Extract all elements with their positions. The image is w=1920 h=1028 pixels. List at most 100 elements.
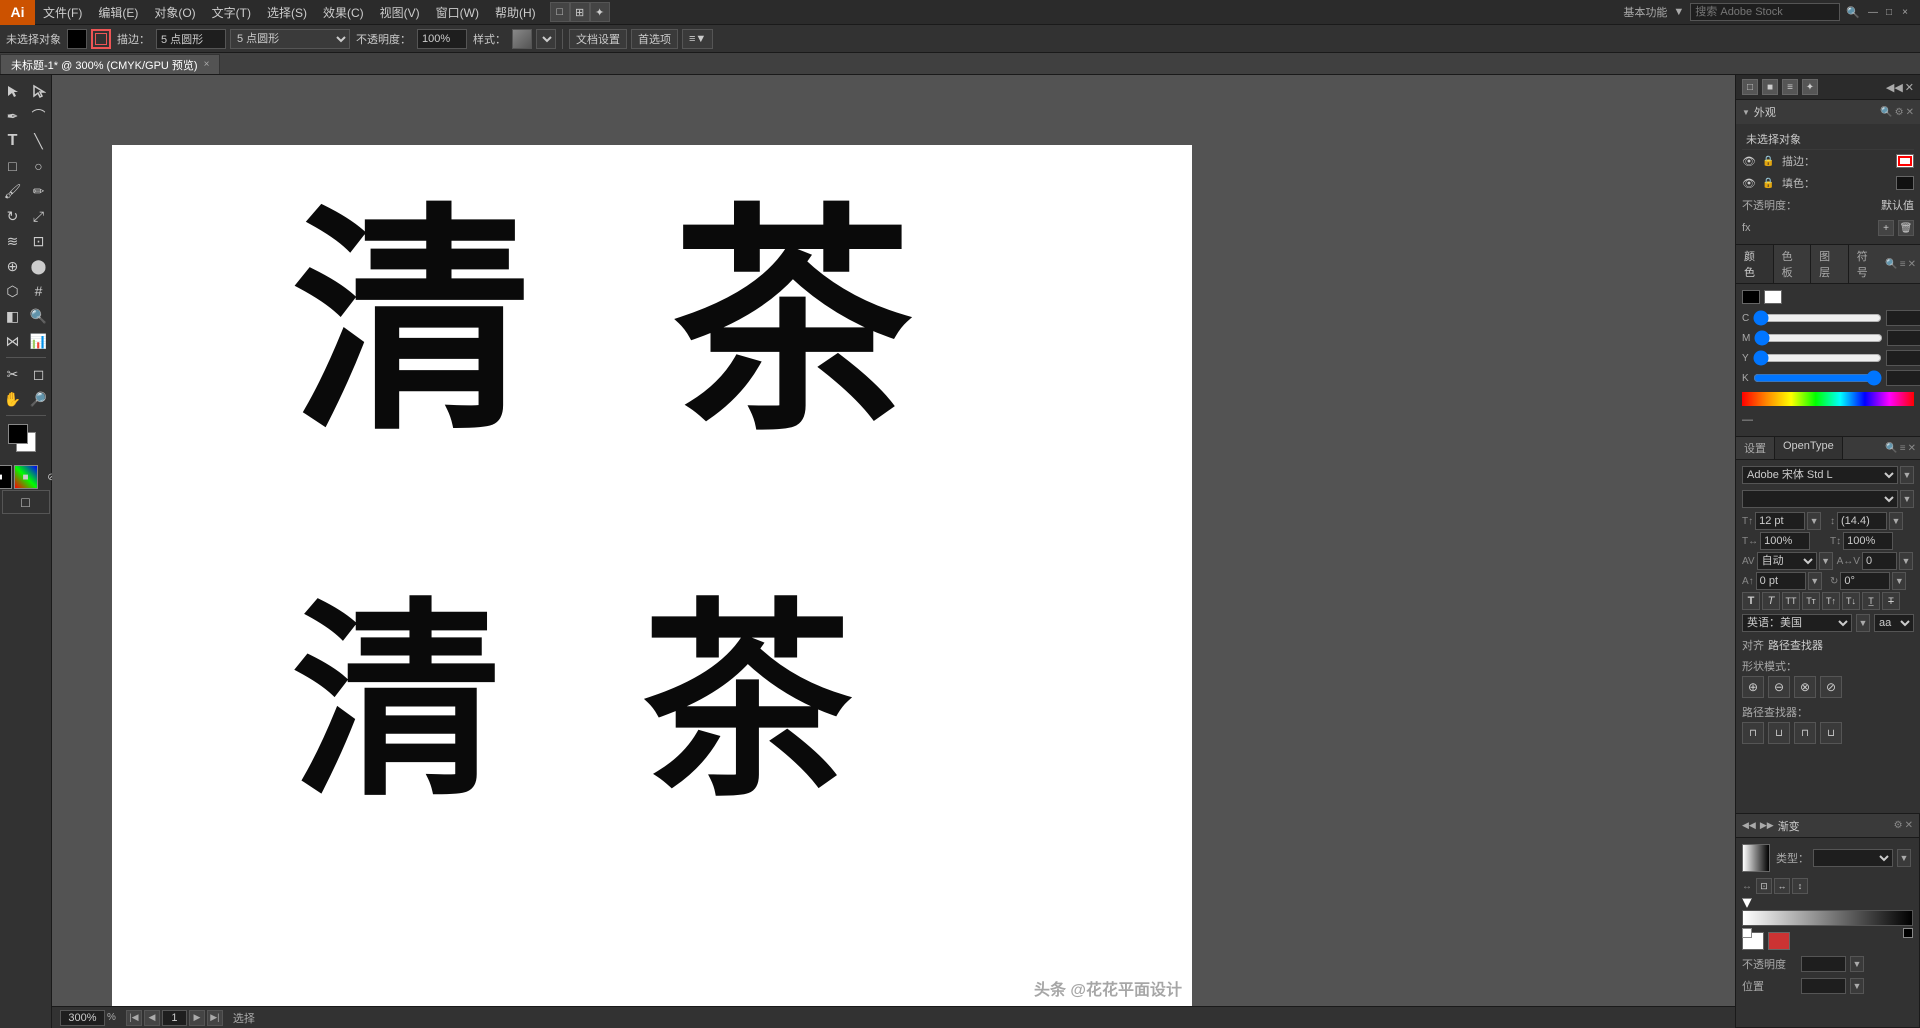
baseline-dropdown[interactable]: ▼ <box>1808 572 1822 590</box>
grad-btn-2[interactable]: ↔ <box>1774 878 1790 894</box>
nav-first-button[interactable]: |◀ <box>126 1010 142 1026</box>
menu-window[interactable]: 窗口(W) <box>428 0 487 24</box>
tab-symbols[interactable]: 符号 <box>1849 245 1886 283</box>
font-style-select[interactable] <box>1742 490 1898 508</box>
search-input[interactable] <box>1690 3 1840 21</box>
font-size-input[interactable] <box>1755 512 1805 530</box>
tab-color[interactable]: 颜色 <box>1736 245 1774 283</box>
color-close-icon[interactable]: ✕ <box>1908 259 1916 270</box>
add-new-stroke-icon[interactable]: + <box>1878 220 1894 236</box>
eyedropper-tool[interactable]: 🔍 <box>27 304 51 328</box>
menu-edit[interactable]: 编辑(E) <box>90 0 146 24</box>
leading-input[interactable] <box>1837 512 1887 530</box>
stroke-input[interactable] <box>156 29 226 49</box>
fill-color-swatch[interactable] <box>1896 176 1914 190</box>
menu-select[interactable]: 选择(S) <box>259 0 315 24</box>
perspective-tool[interactable]: ⬡ <box>1 279 25 303</box>
tab-opentype[interactable]: OpenType <box>1775 437 1843 459</box>
minus-button[interactable]: ⊖ <box>1768 676 1790 698</box>
bold-button[interactable]: T <box>1742 592 1760 610</box>
m-value[interactable] <box>1887 330 1920 346</box>
exclude-button[interactable]: ⊘ <box>1820 676 1842 698</box>
color-mode-gradient[interactable]: ■ <box>14 465 38 489</box>
pencil-tool[interactable]: ✏ <box>27 179 51 203</box>
color-mode-fill[interactable]: ■ <box>0 465 12 489</box>
stroke-color-swatch[interactable] <box>1896 154 1914 168</box>
pf-btn-3[interactable]: ⊓ <box>1794 722 1816 744</box>
more-button[interactable]: ≡▼ <box>682 29 713 49</box>
search-icon[interactable]: 🔍 <box>1846 6 1860 19</box>
lock-icon-fill[interactable]: 🔒 <box>1762 178 1778 189</box>
y-slider[interactable] <box>1753 352 1882 364</box>
nav-last-button[interactable]: ▶| <box>207 1010 223 1026</box>
workspace-icon[interactable]: □ <box>550 2 570 22</box>
maximize-button[interactable]: □ <box>1882 5 1896 19</box>
panel-icon-4[interactable]: ✦ <box>1802 79 1818 95</box>
eraser-tool[interactable]: ◻ <box>27 362 51 386</box>
panel-icon-1[interactable]: □ <box>1742 79 1758 95</box>
grad-expand-icon[interactable]: ◀◀ <box>1742 820 1756 831</box>
char-search-icon[interactable]: 🔍 <box>1885 443 1897 454</box>
direct-select-tool[interactable] <box>27 79 51 103</box>
aa-select[interactable]: aa <box>1874 614 1914 632</box>
panel-icon-2[interactable]: ■ <box>1762 79 1778 95</box>
font-style-dropdown[interactable]: ▼ <box>1900 490 1914 508</box>
panel-icon-3[interactable]: ≡ <box>1782 79 1798 95</box>
style-swatch[interactable] <box>512 29 532 49</box>
line-tool[interactable]: ╲ <box>27 129 51 153</box>
scale-h-input[interactable] <box>1760 532 1810 550</box>
y-value[interactable] <box>1886 350 1920 366</box>
leading-dropdown[interactable]: ▼ <box>1889 512 1903 530</box>
tab-layers[interactable]: 图层 <box>1811 245 1849 283</box>
text-tool[interactable]: T <box>1 129 25 153</box>
grad-btn-3[interactable]: ↕ <box>1792 878 1808 894</box>
tab-close-icon[interactable]: × <box>204 59 210 70</box>
minimize-button[interactable]: — <box>1866 5 1880 19</box>
gradient-tool[interactable]: ◧ <box>1 304 25 328</box>
fx-label[interactable]: fx <box>1742 222 1751 234</box>
lock-icon-stroke[interactable]: 🔒 <box>1762 156 1778 167</box>
star-icon[interactable]: ✦ <box>590 2 610 22</box>
delete-icon[interactable]: 🗑 <box>1898 220 1914 236</box>
collapse-icon[interactable]: ✕ <box>1905 81 1914 94</box>
font-size-dropdown[interactable]: ▼ <box>1807 512 1821 530</box>
grad-stop-left[interactable] <box>1742 898 1752 908</box>
grad-close-icon[interactable]: ✕ <box>1905 820 1913 831</box>
baseline-input[interactable] <box>1756 572 1806 590</box>
eye-icon-stroke[interactable]: 👁 <box>1742 155 1758 168</box>
rotate-tool[interactable]: ↻ <box>1 204 25 228</box>
menu-view[interactable]: 视图(V) <box>372 0 428 24</box>
align-value[interactable]: 路径查找器 <box>1768 637 1823 653</box>
language-dropdown[interactable]: ▼ <box>1856 614 1870 632</box>
scale-tool[interactable]: ⤢ <box>27 204 51 228</box>
tracking-dropdown[interactable]: ▼ <box>1899 552 1913 570</box>
underline-button[interactable]: T̲ <box>1862 592 1880 610</box>
preferences-button[interactable]: 首选项 <box>631 29 678 49</box>
char-close-icon[interactable]: ✕ <box>1908 443 1916 454</box>
intersect-button[interactable]: ⊗ <box>1794 676 1816 698</box>
fill-color-swatch[interactable] <box>67 29 87 49</box>
appearance-panel-header[interactable]: ▼ 外观 🔍 ⚙ ✕ <box>1736 100 1920 124</box>
nav-next-button[interactable]: ▶ <box>189 1010 205 1026</box>
stroke-select[interactable]: 5 点圆形 <box>230 29 350 49</box>
zoom-input[interactable] <box>60 1010 105 1026</box>
pf-btn-1[interactable]: ⊓ <box>1742 722 1764 744</box>
live-paint-tool[interactable]: ⬤ <box>27 254 51 278</box>
pf-btn-4[interactable]: ⊔ <box>1820 722 1842 744</box>
opacity-input[interactable] <box>417 29 467 49</box>
tab-swatches[interactable]: 色板 <box>1774 245 1812 283</box>
superscript-button[interactable]: T↑ <box>1822 592 1840 610</box>
c-slider[interactable] <box>1753 312 1882 324</box>
smallcaps-button[interactable]: Tт <box>1802 592 1820 610</box>
grad-opacity-input[interactable] <box>1801 956 1846 972</box>
shape-builder-tool[interactable]: ⊕ <box>1 254 25 278</box>
scale-v-input[interactable] <box>1843 532 1893 550</box>
pf-btn-2[interactable]: ⊔ <box>1768 722 1790 744</box>
grad-stop-white[interactable] <box>1742 928 1752 938</box>
menu-text[interactable]: 文字(T) <box>204 0 259 24</box>
warp-tool[interactable]: ≋ <box>1 229 25 253</box>
style-dropdown[interactable]: ▼ <box>536 29 556 49</box>
tracking-input[interactable] <box>1862 552 1897 570</box>
k-value[interactable] <box>1886 370 1920 386</box>
expand-icon[interactable]: ◀◀ <box>1886 81 1903 94</box>
